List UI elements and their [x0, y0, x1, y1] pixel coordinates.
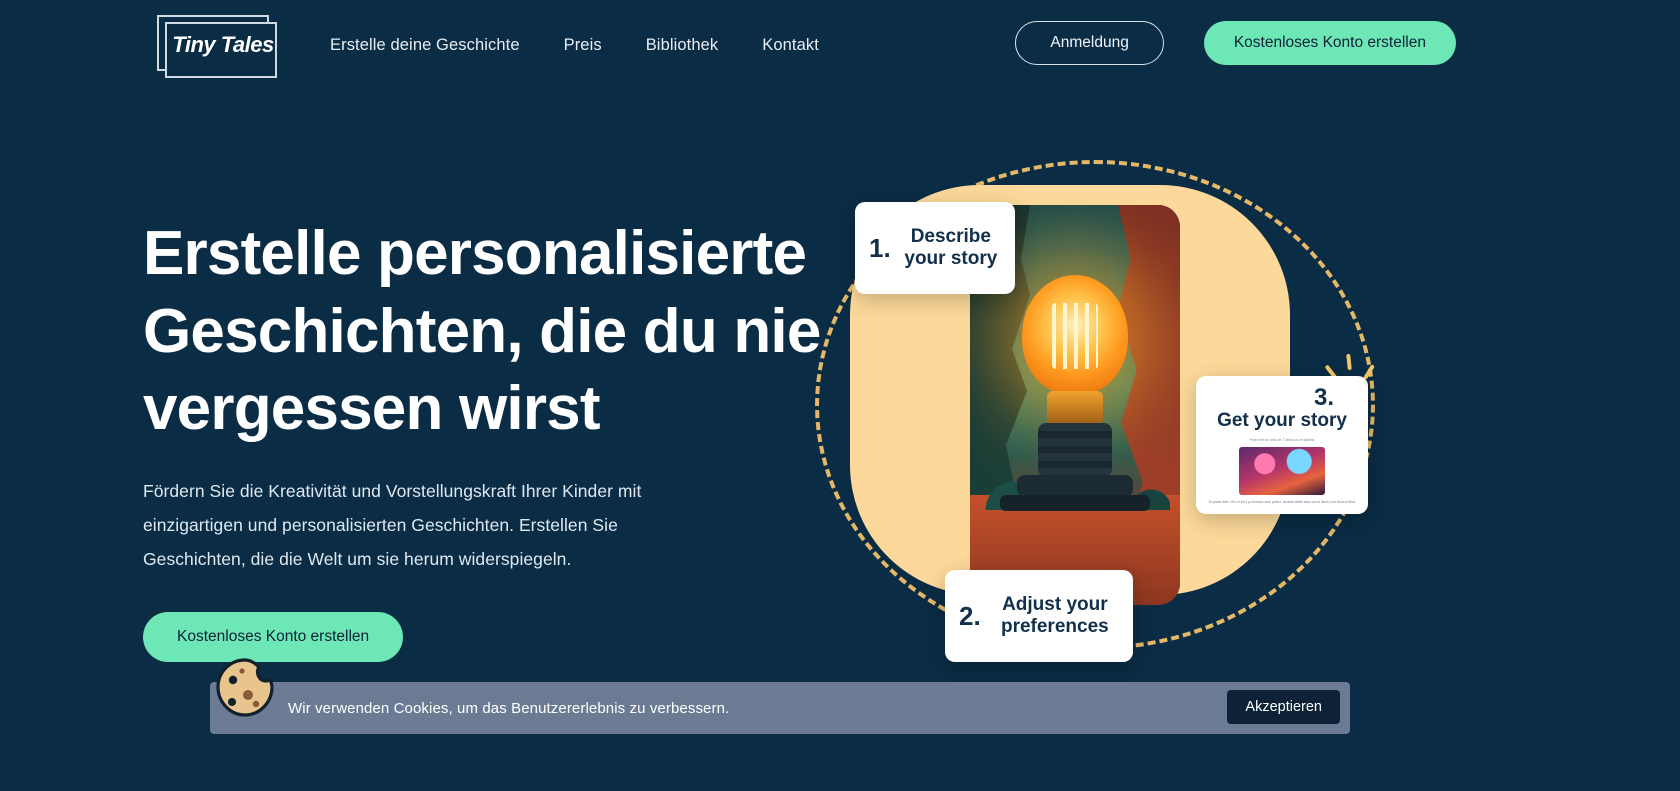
lightbulb-stand — [1017, 475, 1133, 497]
logo[interactable]: Tiny Tales — [155, 14, 285, 78]
step-2-number: 2. — [959, 600, 981, 631]
cookie-accept-button[interactable]: Akzeptieren — [1227, 690, 1340, 724]
sparkle-ray-3 — [1363, 364, 1375, 380]
nav-item-library[interactable]: Bibliothek — [646, 36, 719, 55]
main-navigation: Erstelle deine Geschichte Preis Biblioth… — [330, 36, 819, 55]
step-card-3: 3. Get your story Pedro era un niño de 7… — [1196, 376, 1368, 514]
cookie-consent-banner: Wir verwenden Cookies, um das Benutzerer… — [210, 682, 1350, 734]
step-1-number: 1. — [869, 232, 891, 263]
cookie-icon — [216, 658, 274, 717]
header-actions: Anmeldung Kostenloses Konto erstellen — [1015, 21, 1456, 65]
nav-item-contact[interactable]: Kontakt — [762, 36, 819, 55]
sparkle-ray-2 — [1346, 353, 1352, 371]
hero-content: Erstelle personalisierte Geschichten, di… — [143, 215, 823, 662]
step-2-label: Adjust your preferences — [1000, 593, 1109, 637]
landing-page: Tiny Tales Erstelle deine Geschichte Pre… — [0, 0, 1680, 791]
cookie-message: Wir verwenden Cookies, um das Benutzerer… — [288, 699, 730, 717]
step-1-label: Describe your story — [904, 225, 998, 269]
hero-cta-button[interactable]: Kostenloses Konto erstellen — [143, 611, 404, 662]
step-3-preview-footer: Su padre dice: «Es un sol y yo dormía co… — [1208, 499, 1356, 504]
lightbulb-base — [1038, 423, 1112, 477]
step-card-1: 1. Describe your story — [855, 202, 1015, 294]
nav-item-create-story[interactable]: Erstelle deine Geschichte — [330, 36, 520, 55]
hero-title: Erstelle personalisierte Geschichten, di… — [143, 219, 821, 443]
hero-subtitle: Fördern Sie die Kreativität und Vorstell… — [143, 480, 642, 569]
lightbulb-neck — [1047, 391, 1103, 425]
lightbulb-stand-lower — [1000, 495, 1150, 511]
step-3-number: 3. — [1313, 384, 1334, 411]
lightbulb-filament-icon — [1052, 303, 1098, 369]
step-card-2: 2. Adjust your preferences — [945, 570, 1133, 662]
step-3-preview-caption: Pedro era un niño de 7 años con el cabel… — [1249, 437, 1315, 442]
signup-button[interactable]: Kostenloses Konto erstellen — [1203, 21, 1456, 65]
login-button[interactable]: Anmeldung — [1015, 21, 1164, 65]
step-3-preview-thumbnail — [1239, 446, 1325, 495]
nav-item-pricing[interactable]: Preis — [564, 36, 602, 55]
site-header: Tiny Tales Erstelle deine Geschichte Pre… — [0, 0, 1568, 90]
logo-text: Tiny Tales — [172, 32, 274, 57]
step-3-label: Get your story — [1217, 410, 1347, 431]
